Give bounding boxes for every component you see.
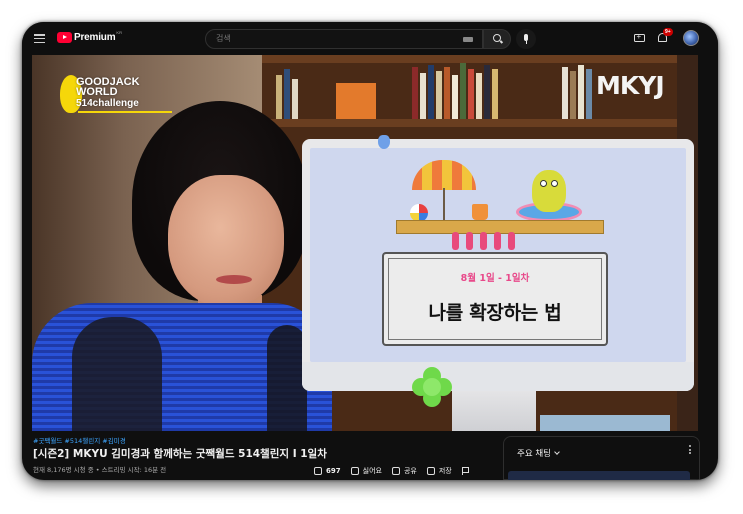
voice-search-mic-icon[interactable] bbox=[516, 29, 536, 49]
chevron-down-icon bbox=[554, 449, 560, 455]
presenter-lips bbox=[216, 275, 252, 284]
green-clover-sticker bbox=[412, 367, 452, 407]
monitor-stand bbox=[452, 391, 536, 431]
binder-rings bbox=[452, 232, 532, 252]
dislike-button[interactable]: 싫어요 bbox=[350, 466, 382, 476]
monitor-screen: 8월 1일 - 1일차 나를 확장하는 법 bbox=[310, 148, 686, 362]
umbrella-pole bbox=[443, 188, 445, 222]
card-title: 나를 확장하는 법 bbox=[428, 302, 562, 324]
dislike-label: 싫어요 bbox=[362, 467, 382, 475]
like-button[interactable]: 697 bbox=[314, 467, 341, 475]
youtube-play-icon bbox=[57, 32, 72, 43]
hashtags[interactable]: #굿짹월드 #514챌린지 #김미경 bbox=[33, 435, 126, 445]
share-label: 공유 bbox=[403, 467, 417, 475]
watermark-line-3: 514challenge bbox=[76, 98, 139, 109]
presenter-face bbox=[168, 175, 284, 307]
thumbs-down-icon bbox=[350, 467, 359, 475]
create-video-icon[interactable] bbox=[634, 32, 645, 42]
watermark-line-2: WORLD bbox=[76, 86, 118, 98]
youtube-premium-logo[interactable]: Premium KR bbox=[57, 30, 122, 43]
chat-header-label: 주요 채팅 bbox=[517, 449, 551, 459]
desk-book bbox=[540, 415, 670, 431]
goodjack-mascot-illustration bbox=[532, 170, 566, 212]
imac-monitor: 8월 1일 - 1일차 나를 확장하는 법 bbox=[302, 139, 694, 391]
chat-filter-dropdown[interactable]: 주요 채팅 bbox=[517, 447, 560, 459]
day-card: 8월 1일 - 1일차 나를 확장하는 법 bbox=[382, 252, 608, 346]
thumbs-up-icon bbox=[314, 467, 322, 475]
keyboard-icon[interactable] bbox=[463, 37, 473, 42]
account-avatar[interactable] bbox=[683, 30, 699, 46]
report-flag-icon[interactable] bbox=[461, 467, 469, 475]
logo-text: Premium bbox=[74, 32, 116, 43]
like-count: 697 bbox=[326, 467, 341, 475]
monitor-chin bbox=[302, 362, 694, 391]
video-player[interactable]: 8월 1일 - 1일차 나를 확장하는 법 GOODJACK WORLD 514… bbox=[32, 55, 698, 431]
bucket-illustration bbox=[472, 204, 488, 220]
presenter-vest bbox=[72, 317, 162, 431]
top-bar: Premium KR 9+ bbox=[22, 22, 718, 56]
toy-figure bbox=[378, 135, 390, 149]
more-options-icon[interactable] bbox=[689, 445, 691, 455]
card-date: 8월 1일 - 1일차 bbox=[460, 273, 530, 284]
save-label: 저장 bbox=[438, 467, 452, 475]
playlist-add-icon bbox=[426, 467, 435, 475]
search-input[interactable] bbox=[216, 34, 446, 43]
share-button[interactable]: 공유 bbox=[391, 466, 417, 476]
search-button[interactable] bbox=[483, 29, 511, 49]
hamburger-menu-icon[interactable] bbox=[34, 34, 45, 44]
save-button[interactable]: 저장 bbox=[426, 466, 452, 476]
app-window: Premium KR 9+ bbox=[22, 22, 718, 480]
live-chat-panel: 주요 채팅 bbox=[503, 436, 700, 480]
beach-umbrella-illustration bbox=[412, 160, 476, 190]
notification-badge: 9+ bbox=[663, 28, 673, 36]
action-bar: 697 싫어요 공유 저장 bbox=[314, 465, 469, 477]
video-meta: 현재 8,176명 시청 중 • 스트리밍 시작: 16분 전 bbox=[33, 466, 167, 474]
goodjack-world-watermark: GOODJACK WORLD 514challenge bbox=[60, 73, 172, 119]
presenter-vest-right bbox=[267, 325, 307, 431]
logo-country: KR bbox=[116, 30, 122, 35]
mkyj-watermark: MKYJ bbox=[596, 71, 665, 100]
video-title: [시즌2] MKYU 김미경과 함께하는 굿짹월드 514챌린지 I 1일차 bbox=[33, 448, 327, 460]
search-box bbox=[205, 29, 483, 49]
video-info: #굿짹월드 #514챌린지 #김미경 [시즌2] MKYU 김미경과 함께하는 … bbox=[32, 431, 502, 480]
share-icon bbox=[391, 467, 400, 475]
watermark-underline bbox=[78, 111, 172, 113]
chat-message-row bbox=[508, 471, 690, 480]
